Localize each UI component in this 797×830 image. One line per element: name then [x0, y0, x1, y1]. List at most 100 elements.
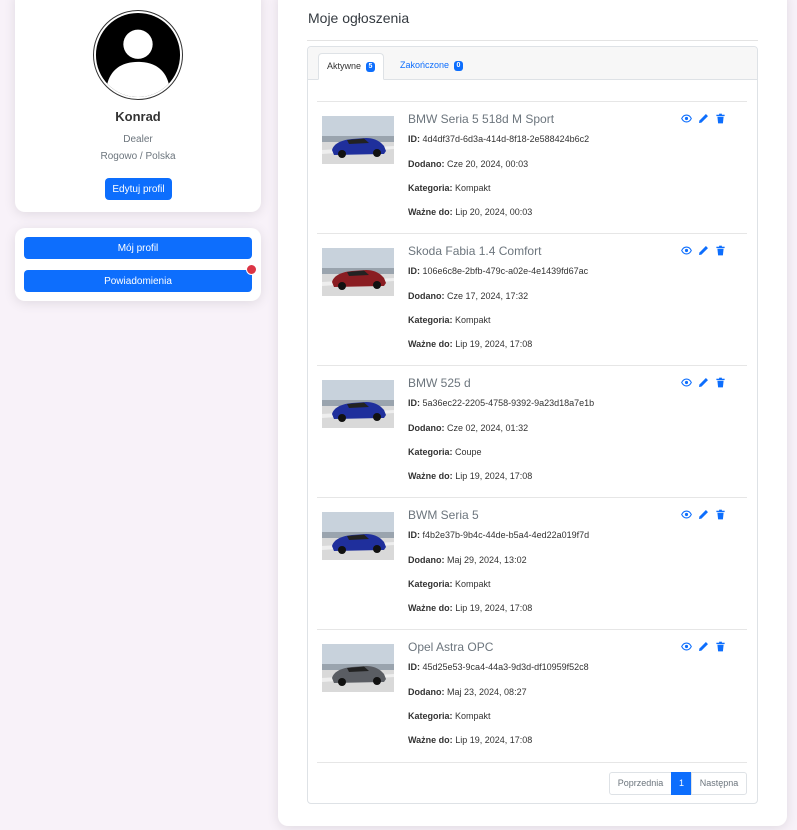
- tabs-bar: Aktywne 5 Zakończone 0: [308, 47, 757, 80]
- listing-added: Dodano: Cze 17, 2024, 17:32: [408, 291, 528, 301]
- edit-profile-button[interactable]: Edytuj profil: [105, 178, 172, 200]
- field-label: ID:: [408, 530, 420, 540]
- trash-icon[interactable]: [715, 113, 726, 124]
- field-label: Kategoria:: [408, 579, 453, 589]
- field-value: Cze 20, 2024, 00:03: [447, 159, 529, 169]
- listing-actions: [681, 245, 731, 257]
- listing-category: Kategoria: Coupe: [408, 447, 482, 457]
- field-label: Kategoria:: [408, 711, 453, 721]
- listing-category: Kategoria: Kompakt: [408, 579, 491, 589]
- pagination-next[interactable]: Następna: [691, 772, 747, 795]
- my-profile-button[interactable]: Mój profil: [24, 237, 252, 259]
- car-photo[interactable]: [322, 380, 394, 428]
- field-value: Maj 29, 2024, 13:02: [447, 555, 527, 565]
- profile-location: Rogowo / Polska: [100, 151, 176, 162]
- trash-icon[interactable]: [715, 377, 726, 388]
- field-label: Kategoria:: [408, 447, 453, 457]
- field-value: Lip 19, 2024, 17:08: [455, 603, 533, 613]
- tab-label: Zakończone: [400, 60, 450, 70]
- eye-icon[interactable]: [681, 509, 692, 520]
- eye-icon[interactable]: [681, 377, 692, 388]
- listing-actions: [681, 113, 731, 125]
- listing-id: ID: 45d25e53-9ca4-44a3-9d3d-df10959f52c8: [408, 662, 589, 672]
- field-value: 4d4df37d-6d3a-414d-8f18-2e588424b6c2: [422, 134, 590, 144]
- listing-category: Kategoria: Kompakt: [408, 183, 491, 193]
- field-value: Cze 02, 2024, 01:32: [447, 423, 529, 433]
- field-value: Lip 20, 2024, 00:03: [455, 207, 533, 217]
- pagination-page[interactable]: 1: [671, 772, 692, 795]
- field-value: Lip 19, 2024, 17:08: [455, 471, 533, 481]
- listing-item: BMW Seria 5 518d M Sport ID: 4d4df37d-6d…: [317, 101, 747, 233]
- field-label: ID:: [408, 134, 420, 144]
- pencil-icon[interactable]: [698, 245, 709, 256]
- listing-actions: [681, 509, 731, 521]
- pencil-icon[interactable]: [698, 377, 709, 388]
- field-label: Ważne do:: [408, 207, 453, 217]
- listing-valid-until: Ważne do: Lip 19, 2024, 17:08: [408, 471, 532, 481]
- listing-id: ID: 4d4df37d-6d3a-414d-8f18-2e588424b6c2: [408, 134, 589, 144]
- car-photo[interactable]: [322, 116, 394, 164]
- pencil-icon[interactable]: [698, 641, 709, 652]
- field-value: Lip 19, 2024, 17:08: [455, 339, 533, 349]
- eye-icon[interactable]: [681, 641, 692, 652]
- count-badge: 5: [365, 61, 376, 72]
- field-value: Cze 17, 2024, 17:32: [447, 291, 529, 301]
- listing-title[interactable]: BMW 525 d: [408, 376, 471, 390]
- listing-added: Dodano: Cze 02, 2024, 01:32: [408, 423, 528, 433]
- tab-label: Aktywne: [327, 61, 362, 71]
- tab-active[interactable]: Aktywne 5: [318, 53, 385, 80]
- field-value: Kompakt: [455, 579, 491, 589]
- listing-valid-until: Ważne do: Lip 20, 2024, 00:03: [408, 207, 532, 217]
- listing-title[interactable]: Skoda Fabia 1.4 Comfort: [408, 244, 541, 258]
- field-label: Ważne do:: [408, 471, 453, 481]
- listing-title[interactable]: BMW Seria 5 518d M Sport: [408, 112, 554, 126]
- listing-added: Dodano: Cze 20, 2024, 00:03: [408, 159, 528, 169]
- car-photo[interactable]: [322, 512, 394, 560]
- field-label: Dodano:: [408, 687, 445, 697]
- car-photo[interactable]: [322, 248, 394, 296]
- pagination-prev[interactable]: Poprzednia: [609, 772, 672, 795]
- tab-finished[interactable]: Zakończone 0: [392, 53, 471, 80]
- pencil-icon[interactable]: [698, 113, 709, 124]
- listing-title[interactable]: Opel Astra OPC: [408, 640, 493, 654]
- listing-id: ID: 5a36ec22-2205-4758-9392-9a23d18a7e1b: [408, 398, 594, 408]
- listings-panel: Aktywne 5 Zakończone 0 BMW Seria 5 518d …: [307, 46, 758, 804]
- listing-valid-until: Ważne do: Lip 19, 2024, 17:08: [408, 735, 532, 745]
- field-value: 5a36ec22-2205-4758-9392-9a23d18a7e1b: [422, 398, 595, 408]
- field-label: ID:: [408, 662, 420, 672]
- listing-category: Kategoria: Kompakt: [408, 315, 491, 325]
- field-label: ID:: [408, 398, 420, 408]
- profile-card: Konrad Dealer Rogowo / Polska Edytuj pro…: [15, 0, 261, 212]
- field-value: Kompakt: [455, 711, 491, 721]
- field-label: Dodano:: [408, 555, 445, 565]
- listing-title[interactable]: BWM Seria 5: [408, 508, 479, 522]
- trash-icon[interactable]: [715, 641, 726, 652]
- listing-item: Opel Astra OPC ID: 45d25e53-9ca4-44a3-9d…: [317, 629, 747, 761]
- listing-actions: [681, 377, 731, 389]
- trash-icon[interactable]: [715, 245, 726, 256]
- field-label: Kategoria:: [408, 183, 453, 193]
- field-value: Coupe: [455, 447, 482, 457]
- profile-role: Dealer: [123, 134, 153, 145]
- listing-item: BMW 525 d ID: 5a36ec22-2205-4758-9392-9a…: [317, 365, 747, 497]
- field-label: Kategoria:: [408, 315, 453, 325]
- trash-icon[interactable]: [715, 509, 726, 520]
- notifications-button[interactable]: Powiadomienia: [24, 270, 252, 292]
- listing-actions: [681, 641, 731, 653]
- field-label: Dodano:: [408, 291, 445, 301]
- field-label: Ważne do:: [408, 339, 453, 349]
- listing-item: Skoda Fabia 1.4 Comfort ID: 106e6c8e-2bf…: [317, 233, 747, 365]
- pencil-icon[interactable]: [698, 509, 709, 520]
- eye-icon[interactable]: [681, 113, 692, 124]
- count-badge: 0: [453, 60, 464, 71]
- field-value: 106e6c8e-2bfb-479c-a02e-4e1439fd67ac: [422, 266, 589, 276]
- field-value: Kompakt: [455, 183, 491, 193]
- field-label: Dodano:: [408, 159, 445, 169]
- listing-valid-until: Ważne do: Lip 19, 2024, 17:08: [408, 339, 532, 349]
- listing-category: Kategoria: Kompakt: [408, 711, 491, 721]
- user-silhouette-icon: [93, 10, 183, 100]
- field-value: Maj 23, 2024, 08:27: [447, 687, 527, 697]
- car-photo[interactable]: [322, 644, 394, 692]
- eye-icon[interactable]: [681, 245, 692, 256]
- field-label: ID:: [408, 266, 420, 276]
